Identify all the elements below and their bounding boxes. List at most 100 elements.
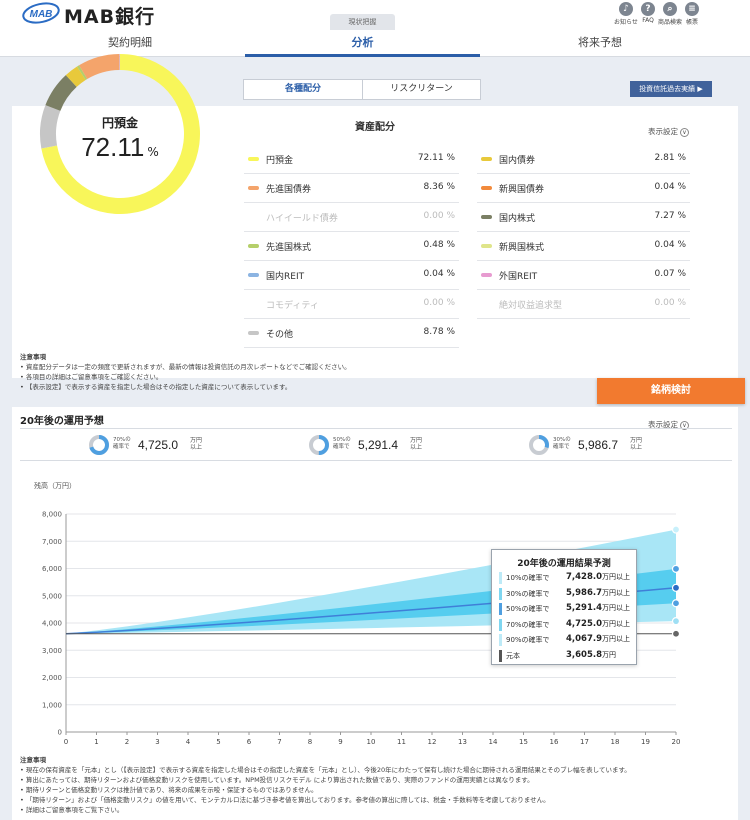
logo-mark-text: MAB [30, 9, 53, 20]
endpoint-marker[interactable] [671, 629, 681, 638]
x-tick-label: 8 [308, 738, 312, 746]
asset-percent: 0.07 % [654, 269, 686, 279]
document-icon: ≡ [685, 2, 699, 16]
x-tick-label: 18 [611, 738, 620, 746]
donut-center-number: 72.11 [81, 132, 145, 162]
tooltip-row: 70%の確率で 4,725.0万円以上 [499, 618, 633, 632]
tooltip-row-label: 10%の確率で [506, 574, 550, 582]
asset-percent: 0.00 % [423, 298, 455, 308]
tooltip-value-number: 5,291.4 [566, 603, 603, 613]
y-tick-label: 7,000 [42, 538, 62, 546]
x-tick-label: 16 [550, 738, 559, 746]
brand-review-button[interactable]: 銘柄検討 [597, 378, 745, 404]
tooltip-value-unit: 万円以上 [602, 588, 631, 597]
allocation-notes-title: 注意事項 [20, 353, 46, 361]
asset-name: コモディティ [266, 301, 319, 311]
bank-logo-icon: MAB [22, 2, 60, 24]
y-tick-label: 4,000 [42, 620, 62, 628]
tooltip-value-unit: 万円以上 [602, 635, 631, 643]
search-link[interactable]: ⌕ 商品検索 [658, 2, 682, 26]
endpoint-marker[interactable] [671, 617, 681, 626]
allocation-row: 外国REIT 0.07 % [477, 261, 690, 290]
x-tick-label: 17 [580, 738, 589, 746]
asset-percent: 0.04 % [654, 182, 686, 192]
asset-percent: 7.27 % [654, 211, 686, 221]
y-tick-label: 6,000 [42, 565, 62, 573]
legend-swatch [248, 244, 259, 248]
tab-future-forecast[interactable]: 将来予想 [495, 30, 705, 57]
asset-name: 外国REIT [499, 272, 538, 282]
legend-swatch [248, 157, 259, 161]
forecast-result-tooltip: 20年後の運用結果予測 10%の確率で 7,428.0万円以上 30%の確率で 5,9… [491, 549, 637, 665]
fund-history-button[interactable]: 投資信託過去実績 ▶ [630, 81, 712, 97]
header-icon-label: お知らせ [614, 19, 638, 26]
tooltip-row-label: 元本 [506, 651, 520, 660]
tooltip-row-value: 3,605.8万円 [566, 650, 616, 660]
tooltip-row-label: 50%の確率で [506, 605, 550, 613]
tooltip-row-swatch [499, 587, 502, 600]
endpoint-marker[interactable] [671, 525, 681, 534]
tooltip-row-value: 4,067.9万円以上 [566, 634, 630, 644]
summary-probability: 30%の 確率で [553, 437, 571, 450]
y-tick-label: 2,000 [42, 674, 62, 682]
y-tick-label: 3,000 [42, 647, 62, 655]
y-tick-label: 1,000 [42, 701, 62, 709]
endpoint-marker[interactable] [671, 599, 681, 608]
x-tick-label: 4 [186, 738, 191, 746]
subtab-risk-return[interactable]: リスクリターン [363, 80, 480, 99]
asset-percent: 2.81 % [654, 153, 686, 163]
tooltip-value-number: 4,725.0 [566, 618, 603, 629]
tooltip-value-unit: 万円以上 [602, 604, 631, 612]
note-item: 詳細はご留意事項をご覧下さい。 [20, 805, 735, 815]
x-tick-label: 1 [94, 738, 98, 746]
asset-name: 絶対収益追求型 [499, 301, 563, 311]
tooltip-row-swatch [499, 649, 502, 662]
note-item: 現在の保有資産を「元本」とし（【表示設定】で表示する資産を指定した場合はその指定… [20, 765, 735, 775]
header-icon-label: 帳票 [685, 19, 698, 26]
forecast-summary-item: 50%の 確率で 5,291.4 万円 以上 [308, 433, 458, 459]
chevron-down-icon: ∨ [680, 127, 689, 137]
tooltip-value-number: 5,986.7 [566, 587, 603, 598]
forecast-notes-list: 現在の保有資産を「元本」とし（【表示設定】で表示する資産を指定した場合はその指定… [20, 765, 735, 815]
legend-swatch [248, 186, 259, 190]
y-axis-label: 残高（万円） [34, 481, 76, 490]
note-item: 「期待リターン」および「価格変動リスク」の値を用いて、モンテカルロ法に基づき参考… [20, 795, 735, 805]
allocation-list-right: 国内債券 2.81 % 新興国債券 0.04 % 国内株式 7.27 % 新興国株式 0.04… [477, 145, 690, 319]
legend-swatch [481, 186, 492, 190]
allocation-row: 国内株式 7.27 % [477, 203, 690, 232]
x-tick-label: 19 [641, 738, 650, 746]
y-tick-label: 8,000 [42, 511, 62, 519]
tooltip-row: 30%の確率で 5,986.7万円以上 [499, 587, 633, 601]
document-link[interactable]: ≡ 帳票 [680, 2, 704, 26]
allocation-row: 新興国債券 0.04 % [477, 174, 690, 203]
help-link[interactable]: ? FAQ [636, 2, 660, 24]
endpoint-marker[interactable] [671, 583, 681, 592]
asset-name: その他 [266, 330, 294, 340]
asset-percent: 8.36 % [423, 182, 455, 192]
x-tick-label: 14 [489, 738, 498, 746]
allocation-display-settings[interactable]: 表示設定 ∨ [648, 126, 689, 137]
summary-value: 5,986.7 [578, 438, 619, 452]
forecast-title: 20年後の運用予想 [20, 416, 104, 427]
tooltip-value-unit: 万円以上 [602, 619, 631, 628]
allocation-row: 円預金 72.11 % [244, 145, 459, 174]
endpoint-marker[interactable] [671, 564, 681, 573]
help-icon: ? [641, 2, 655, 16]
asset-name: 円預金 [266, 156, 294, 166]
x-tick-label: 11 [397, 738, 406, 746]
x-tick-label: 7 [277, 738, 281, 746]
asset-percent: 0.04 % [423, 269, 455, 279]
status-tab[interactable]: 現状把握 [330, 14, 395, 30]
tab-analysis[interactable]: 分析 [245, 30, 480, 57]
x-tick-label: 0 [64, 738, 68, 746]
subtab-allocation[interactable]: 各種配分 [244, 80, 362, 99]
x-tick-label: 13 [458, 738, 467, 746]
header-bar: MAB MAB銀行 現状把握 ♪ お知らせ? FAQ ⌕ 商品検索 ≡ 帳票 [0, 0, 750, 30]
probability-ring-icon [309, 435, 329, 455]
legend-swatch [481, 244, 492, 248]
bell-link[interactable]: ♪ お知らせ [614, 2, 638, 26]
forecast-notes: 注意事項 現在の保有資産を「元本」とし（【表示設定】で表示する資産を指定した場合… [20, 755, 735, 815]
tooltip-row-swatch [499, 634, 502, 646]
allocation-row: 国内債券 2.81 % [477, 145, 690, 174]
tooltip-row: 元本 3,605.8万円 [499, 649, 633, 663]
